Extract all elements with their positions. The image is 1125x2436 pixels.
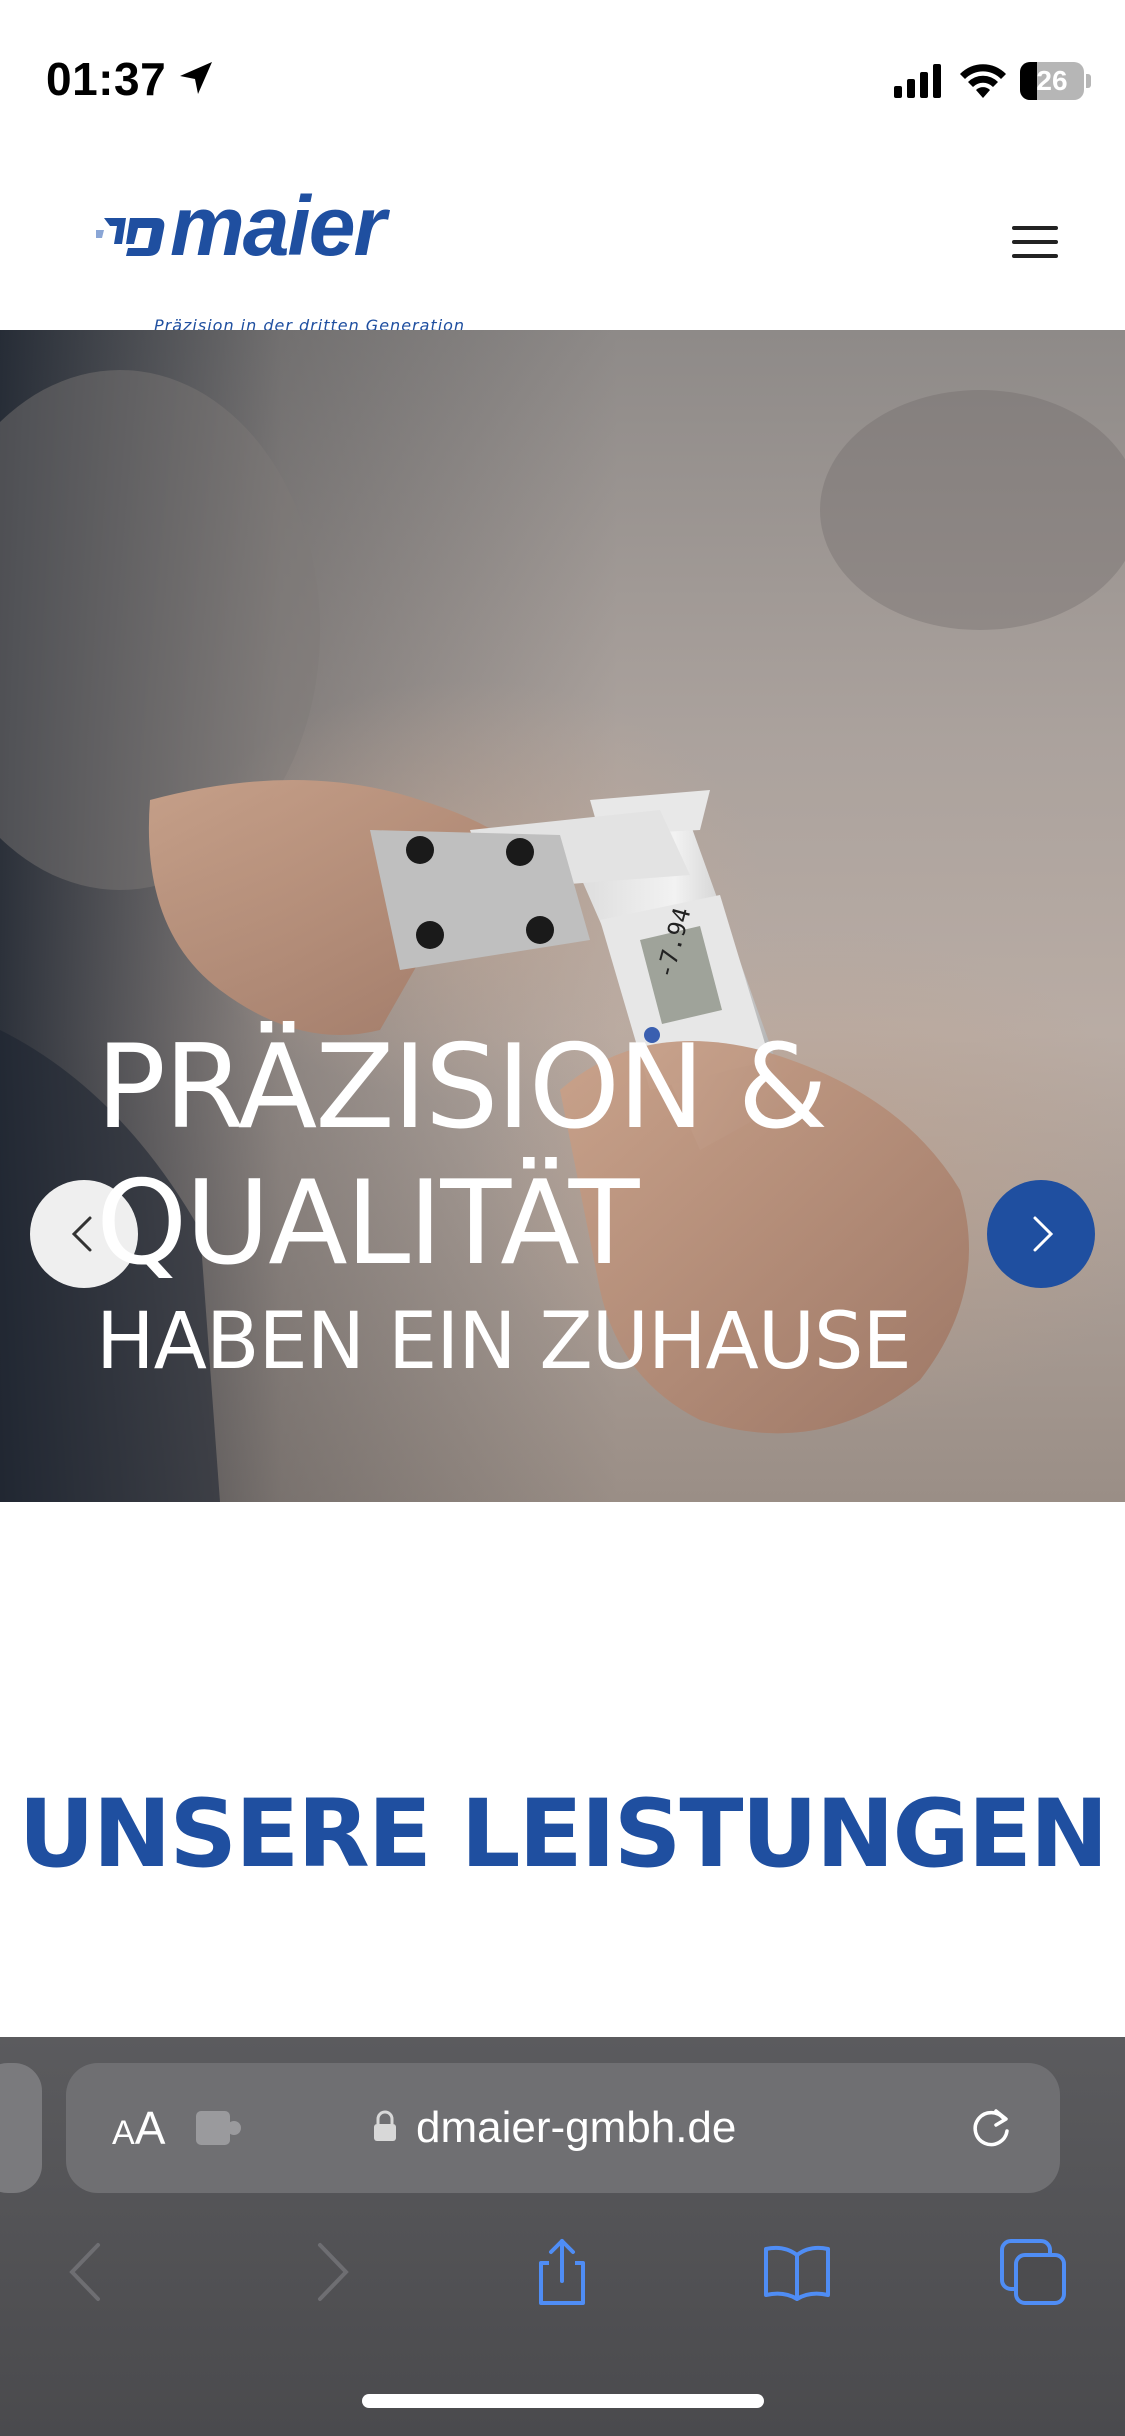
tabs-icon[interactable] xyxy=(998,2237,1068,2307)
previous-tab-peek[interactable] xyxy=(0,2063,42,2193)
home-indicator[interactable] xyxy=(362,2394,764,2408)
browser-toolbar: AA dmaier-gmbh.de xyxy=(0,2037,1125,2436)
hero-slider: -7.94 PRÄZISION & QUALITÄT HABEN EIN ZUH… xyxy=(0,330,1125,1502)
url-text[interactable]: dmaier-gmbh.de xyxy=(416,2103,736,2153)
hero-subtitle: HABEN EIN ZUHAUSE xyxy=(96,1297,912,1387)
text-size-big-label: A xyxy=(134,2102,166,2154)
chevron-right-icon xyxy=(1033,1216,1054,1252)
battery-level-label: 26 xyxy=(1036,65,1068,96)
puzzle-icon[interactable] xyxy=(194,2105,244,2151)
logo-wordmark: maier xyxy=(170,179,386,273)
battery-cap xyxy=(1086,74,1091,88)
slider-next-button[interactable] xyxy=(987,1180,1095,1288)
cellular-signal-icon xyxy=(894,64,941,98)
reload-icon[interactable] xyxy=(966,2103,1016,2153)
lock-icon xyxy=(374,2110,396,2141)
text-size-button[interactable]: AA xyxy=(112,2101,165,2155)
logo-mark-icon xyxy=(96,218,165,256)
status-time: 01:37 xyxy=(46,53,167,105)
forward-icon[interactable] xyxy=(296,2237,366,2307)
section-title-services: UNSERE LEISTUNGEN xyxy=(18,1780,1108,1889)
location-arrow-icon xyxy=(180,62,212,94)
hero-heading-group: PRÄZISION & QUALITÄT HABEN EIN ZUHAUSE xyxy=(96,1020,912,1392)
battery-indicator: 26 xyxy=(1020,62,1091,100)
status-bar: 01:37 26 xyxy=(0,0,1125,150)
back-icon[interactable] xyxy=(52,2237,122,2307)
site-header: maier Präzision in der dritten Generatio… xyxy=(0,150,1125,335)
hero-title-line1: PRÄZISION & xyxy=(96,1020,828,1155)
wifi-icon xyxy=(960,64,1006,98)
bookmarks-icon[interactable] xyxy=(762,2237,832,2307)
hamburger-menu-icon[interactable] xyxy=(1012,222,1062,262)
company-logo[interactable]: maier Präzision in der dritten Generatio… xyxy=(96,184,476,335)
battery-body: 26 xyxy=(1020,62,1084,100)
text-size-small-label: A xyxy=(112,2114,135,2152)
hero-title-line2: QUALITÄT xyxy=(96,1156,639,1291)
address-bar[interactable]: AA dmaier-gmbh.de xyxy=(66,2063,1060,2193)
share-icon[interactable] xyxy=(527,2237,597,2307)
